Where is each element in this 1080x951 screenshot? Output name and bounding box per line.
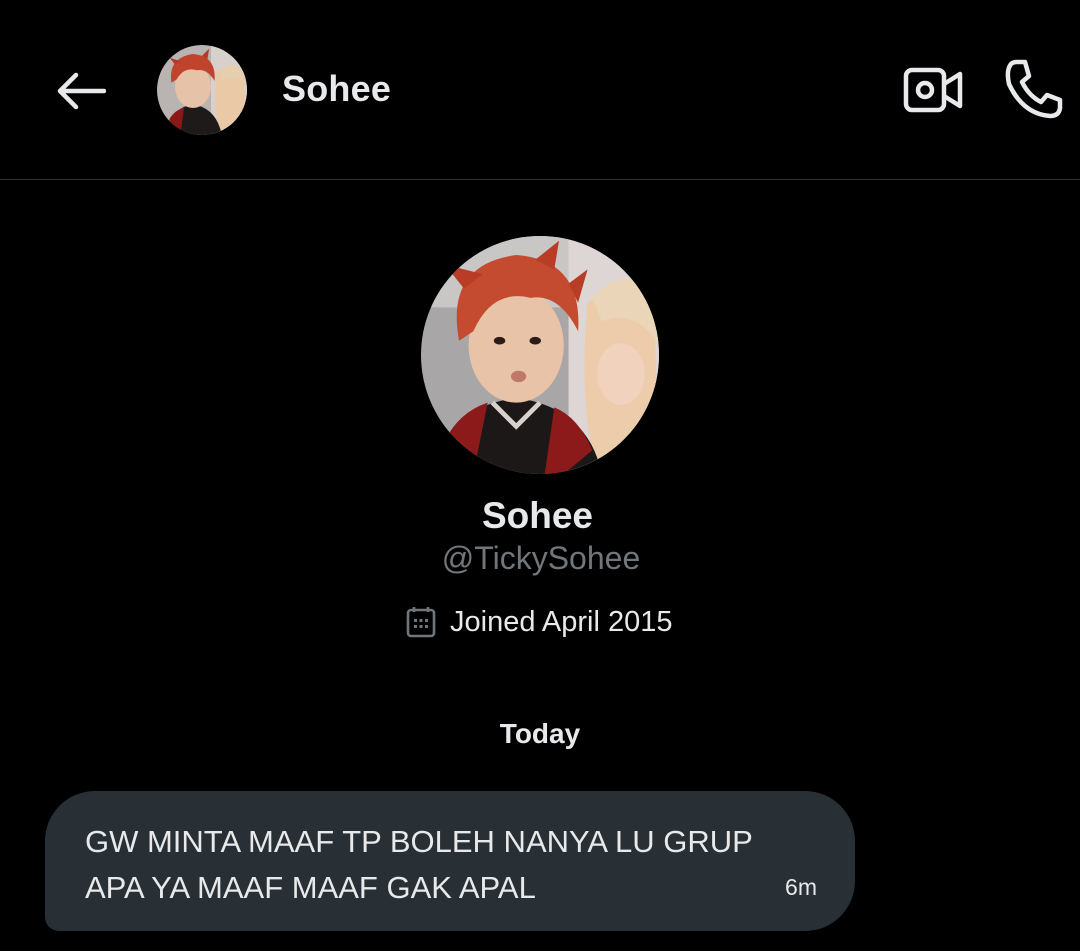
- joined-date: Joined April 2015: [406, 602, 673, 642]
- profile-name[interactable]: Sohee: [0, 495, 1075, 537]
- profile-avatar[interactable]: [421, 236, 659, 474]
- phone-icon: [1005, 59, 1063, 119]
- calendar-icon: [406, 606, 436, 638]
- message-bubble[interactable]: GW MINTA MAAF TP BOLEH NANYA LU GRUP APA…: [45, 791, 855, 931]
- avatar-photo: [421, 236, 659, 474]
- message-text: GW MINTA MAAF TP BOLEH NANYA LU GRUP APA…: [85, 824, 753, 905]
- dm-conversation-screen: Sohee Sohee @TickySohee Joined April 201…: [0, 0, 1080, 951]
- joined-text: Joined April 2015: [450, 605, 673, 638]
- arrow-left-icon: [57, 72, 106, 110]
- avatar-photo: [157, 45, 247, 135]
- message-timestamp: 6m: [785, 874, 817, 900]
- avatar[interactable]: [157, 45, 247, 135]
- conversation-header: Sohee: [0, 0, 1080, 180]
- day-separator: Today: [499, 718, 581, 749]
- video-camera-icon: [903, 67, 963, 113]
- back-button[interactable]: [48, 62, 112, 120]
- voice-call-button[interactable]: [1000, 56, 1066, 122]
- header-title[interactable]: Sohee: [282, 68, 391, 110]
- video-call-button[interactable]: [900, 62, 966, 118]
- profile-handle[interactable]: @TickySohee: [0, 540, 1080, 577]
